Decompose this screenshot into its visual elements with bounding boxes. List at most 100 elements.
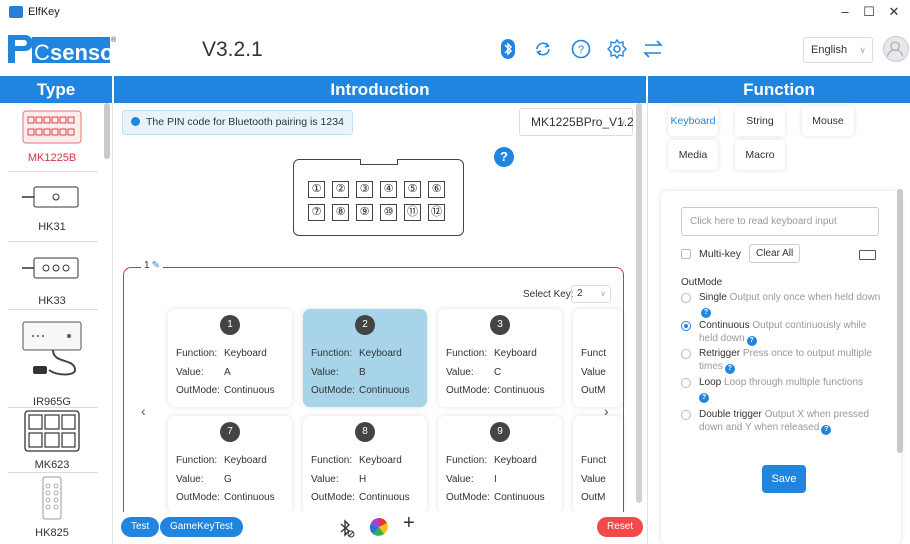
add-button[interactable]: + <box>403 512 415 535</box>
key-card-4-partial[interactable]: Funct Value OutM <box>573 309 623 407</box>
option-name: Double trigger <box>699 409 762 420</box>
rgb-light-icon[interactable] <box>369 517 389 537</box>
key-number-badge: 3 <box>490 315 510 335</box>
bluetooth-off-icon[interactable] <box>335 517 357 539</box>
key-card-2[interactable]: 2 Function: Keyboard Value: B OutMode: Cont… <box>303 309 427 407</box>
close-button[interactable]: ✕ <box>880 2 908 22</box>
type-item-mk1225b[interactable]: MK1225B <box>0 110 104 164</box>
device-key-10[interactable]: ⑩ <box>380 204 397 221</box>
reset-button[interactable]: Reset <box>597 517 644 537</box>
pin-notice-text: The PIN code for Bluetooth pairing is 12… <box>146 116 344 128</box>
key-card-1[interactable]: 1 Function: Keyboard Value: A OutMode: Cont… <box>168 309 292 407</box>
outmode-continuous-radio[interactable] <box>681 321 691 331</box>
type-scrollbar[interactable] <box>104 103 110 159</box>
outmode-continuous-option[interactable]: Continuous Output continuously while hel… <box>699 319 885 346</box>
key-card-7[interactable]: 7 Function: Keyboard Value: G OutMode: Cont… <box>168 416 292 514</box>
tab-mouse[interactable]: Mouse <box>802 106 854 136</box>
key-card-8[interactable]: 8 Function: Keyboard Value: H OutMode: Cont… <box>303 416 427 514</box>
introduction-panel: The PIN code for Bluetooth pairing is 12… <box>113 103 647 544</box>
help-icon[interactable]: ? <box>570 38 592 60</box>
device-key-8[interactable]: ⑧ <box>332 204 349 221</box>
outmode-double-trigger-option[interactable]: Double trigger Output X when pressed dow… <box>699 408 885 435</box>
key-card-3[interactable]: 3 Function: Keyboard Value: C OutMode: Cont… <box>438 309 562 407</box>
help-icon[interactable]: ? <box>699 393 709 403</box>
keyboard-icon[interactable] <box>859 250 876 260</box>
key-function-row: Function: Keyboard <box>446 348 537 359</box>
device-key-12[interactable]: ⑫ <box>428 204 445 221</box>
type-item-label: HK825 <box>35 527 69 539</box>
help-icon[interactable]: ? <box>746 336 757 346</box>
key-card-9[interactable]: 9 Function: Keyboard Value: I OutMode: Cont… <box>438 416 562 514</box>
tab-media[interactable]: Media <box>668 140 718 170</box>
multikey-checkbox[interactable] <box>681 249 691 259</box>
key-card-10-partial[interactable]: Funct Value OutM <box>573 416 623 514</box>
intro-scrollbar[interactable] <box>636 103 642 503</box>
select-key-dropdown[interactable]: 2 ∨ <box>571 285 611 303</box>
value-value: A <box>224 367 231 378</box>
help-icon[interactable]: ? <box>724 364 735 374</box>
key-number-badge: 2 <box>355 315 375 335</box>
function-label: Function: <box>311 455 353 466</box>
tab-macro[interactable]: Macro <box>735 140 785 170</box>
svg-text:®: ® <box>111 36 117 44</box>
device-key-11[interactable]: ⑪ <box>404 204 421 221</box>
hk33-device-icon <box>22 257 79 279</box>
device-help-button[interactable]: ? <box>494 147 514 167</box>
device-key-9[interactable]: ⑨ <box>356 204 373 221</box>
clear-all-button[interactable]: Clear All <box>749 244 801 263</box>
device-key-1[interactable]: ① <box>308 181 325 198</box>
value-label: Value: <box>311 474 339 485</box>
outmode-retrigger-option[interactable]: Retrigger Press once to output multiple … <box>699 347 885 374</box>
gamekeytest-button[interactable]: GameKeyTest <box>160 517 243 537</box>
language-select[interactable]: English ∨ <box>803 37 873 63</box>
type-list: MK1225B HK31 HK33 IR965G MK623 HK825 <box>0 103 113 544</box>
tab-keyboard[interactable]: Keyboard <box>668 106 718 136</box>
outmode-single-option[interactable]: Single Output only once when held down? <box>699 291 885 318</box>
device-key-3[interactable]: ③ <box>356 181 373 198</box>
model-select[interactable]: MK1225BPro_V1.2 ∨ <box>519 108 634 136</box>
device-key-7[interactable]: ⑦ <box>308 204 325 221</box>
user-avatar[interactable] <box>883 36 909 62</box>
test-button[interactable]: Test <box>121 517 160 537</box>
outmode-loop-radio[interactable] <box>681 378 691 388</box>
help-icon[interactable]: ? <box>821 425 832 435</box>
device-key-6[interactable]: ⑥ <box>428 181 445 198</box>
device-key-2[interactable]: ② <box>332 181 349 198</box>
keyboard-input-field[interactable]: Click here to read keyboard input <box>681 207 879 236</box>
refresh-icon[interactable] <box>532 38 554 60</box>
carousel-prev-arrow[interactable]: ‹ <box>141 403 146 419</box>
type-item-hk825[interactable]: HK825 <box>0 476 104 539</box>
tab-string[interactable]: String <box>735 106 785 136</box>
user-icon <box>887 41 904 57</box>
value-value: B <box>359 367 366 378</box>
outmode-label: OutMode: <box>176 385 220 396</box>
function-scrollbar[interactable] <box>897 189 903 453</box>
maximize-button[interactable]: ☐ <box>855 2 883 22</box>
type-item-hk33[interactable]: HK33 <box>0 256 104 307</box>
outmode-double-trigger-radio[interactable] <box>681 410 691 420</box>
keyboard-settings-box: Click here to read keyboard input Multi-… <box>661 191 901 544</box>
device-key-4[interactable]: ④ <box>380 181 397 198</box>
divider <box>8 407 98 408</box>
device-key-5[interactable]: ⑤ <box>404 181 421 198</box>
window-title: ElfKey <box>28 6 60 18</box>
mk1225b-device-icon <box>22 110 82 144</box>
type-item-mk623[interactable]: MK623 <box>0 410 104 471</box>
info-icon <box>131 117 140 126</box>
edit-pencil-icon[interactable]: ✎ <box>152 260 160 271</box>
outmode-single-radio[interactable] <box>681 293 691 303</box>
help-icon[interactable]: ? <box>701 308 711 318</box>
divider <box>8 171 98 172</box>
type-item-label: MK1225B <box>27 152 77 164</box>
type-item-ir965g[interactable]: IR965G <box>0 318 104 408</box>
type-item-hk31[interactable]: HK31 <box>0 185 104 233</box>
bluetooth-icon[interactable] <box>497 38 519 60</box>
key-value-row: Value: I <box>446 474 497 485</box>
outmode-retrigger-radio[interactable] <box>681 349 691 359</box>
save-button[interactable]: Save <box>762 465 806 493</box>
settings-gear-icon[interactable] <box>606 38 628 60</box>
switch-arrows-icon[interactable] <box>642 38 664 60</box>
option-name: Retrigger <box>699 348 741 359</box>
type-panel-header: Type <box>0 76 112 103</box>
outmode-loop-option[interactable]: Loop Loop through multiple functions? <box>699 376 885 403</box>
